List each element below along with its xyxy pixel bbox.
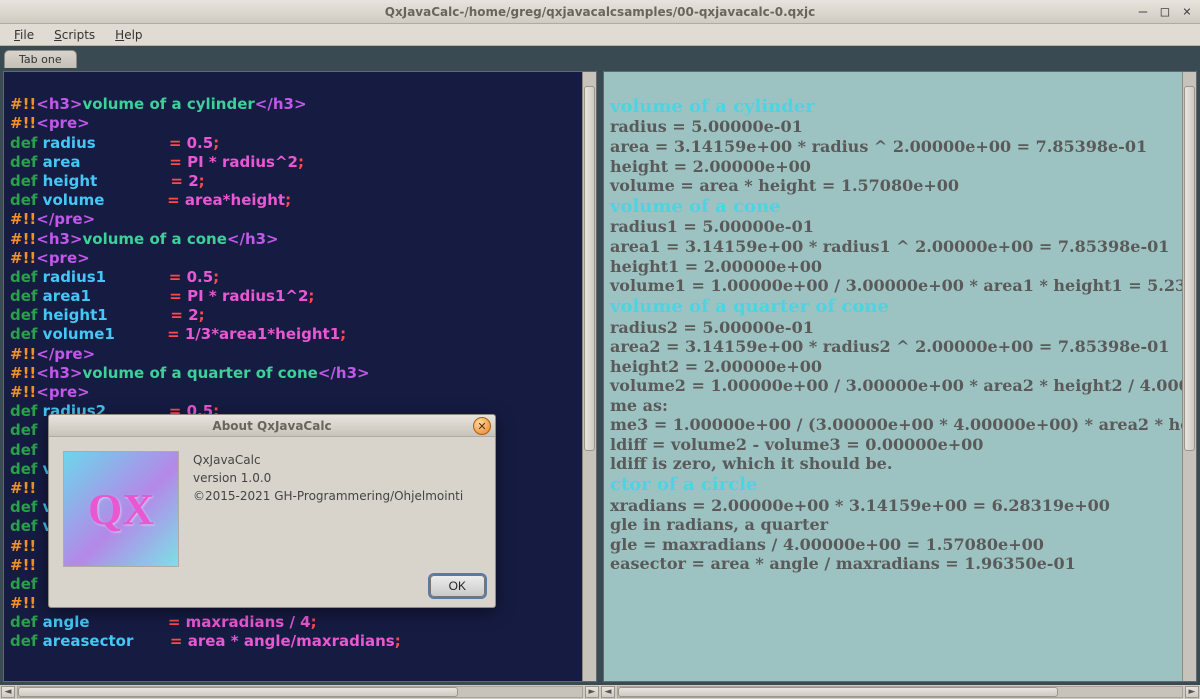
output-pane[interactable]: volume of a cylinder radius = 5.00000e-0… xyxy=(603,71,1197,682)
dialog-titlebar: About QxJavaCalc ✕ xyxy=(49,415,495,437)
code-vertical-scrollbar[interactable] xyxy=(582,72,596,681)
dialog-body: QX QxJavaCalc version 1.0.0 ©2015-2021 G… xyxy=(49,437,495,575)
menu-file[interactable]: File xyxy=(6,26,42,44)
tab-bar: Tab one xyxy=(0,46,1200,68)
ok-button[interactable]: OK xyxy=(430,575,485,597)
dialog-info: QxJavaCalc version 1.0.0 ©2015-2021 GH-P… xyxy=(193,451,463,567)
dialog-footer: OK xyxy=(49,575,495,607)
app-version: version 1.0.0 xyxy=(193,469,463,487)
menubar: File Scripts Help xyxy=(0,24,1200,46)
app-copyright: ©2015-2021 GH-Programmering/Ohjelmointi xyxy=(193,487,463,505)
menu-help[interactable]: Help xyxy=(107,26,150,44)
output-content: volume of a cylinder radius = 5.00000e-0… xyxy=(604,72,1196,597)
scroll-right-icon-2[interactable]: ► xyxy=(1185,686,1199,698)
bottom-scrollbars: ◄ ► ◄ ► xyxy=(0,685,1200,699)
tab-one[interactable]: Tab one xyxy=(4,50,77,68)
left-hscroll-track[interactable] xyxy=(17,686,583,698)
window-title: QxJavaCalc-/home/greg/qxjavacalcsamples/… xyxy=(385,5,815,19)
app-name: QxJavaCalc xyxy=(193,451,463,469)
window-buttons: – □ × xyxy=(1136,5,1194,19)
menu-scripts[interactable]: Scripts xyxy=(46,26,103,44)
scroll-right-icon[interactable]: ► xyxy=(585,686,599,698)
window-titlebar: QxJavaCalc-/home/greg/qxjavacalcsamples/… xyxy=(0,0,1200,24)
output-vertical-scrollbar[interactable] xyxy=(1182,72,1196,681)
maximize-icon[interactable]: □ xyxy=(1158,5,1172,19)
dialog-close-icon[interactable]: ✕ xyxy=(473,417,491,435)
scroll-left-icon-2[interactable]: ◄ xyxy=(601,686,615,698)
logo-text: QX xyxy=(88,484,154,535)
dialog-title: About QxJavaCalc xyxy=(212,419,331,433)
close-icon[interactable]: × xyxy=(1180,5,1194,19)
minimize-icon[interactable]: – xyxy=(1136,5,1150,19)
scroll-left-icon[interactable]: ◄ xyxy=(1,686,15,698)
about-dialog: About QxJavaCalc ✕ QX QxJavaCalc version… xyxy=(48,414,496,608)
app-logo-icon: QX xyxy=(63,451,179,567)
right-hscroll-track[interactable] xyxy=(617,686,1183,698)
